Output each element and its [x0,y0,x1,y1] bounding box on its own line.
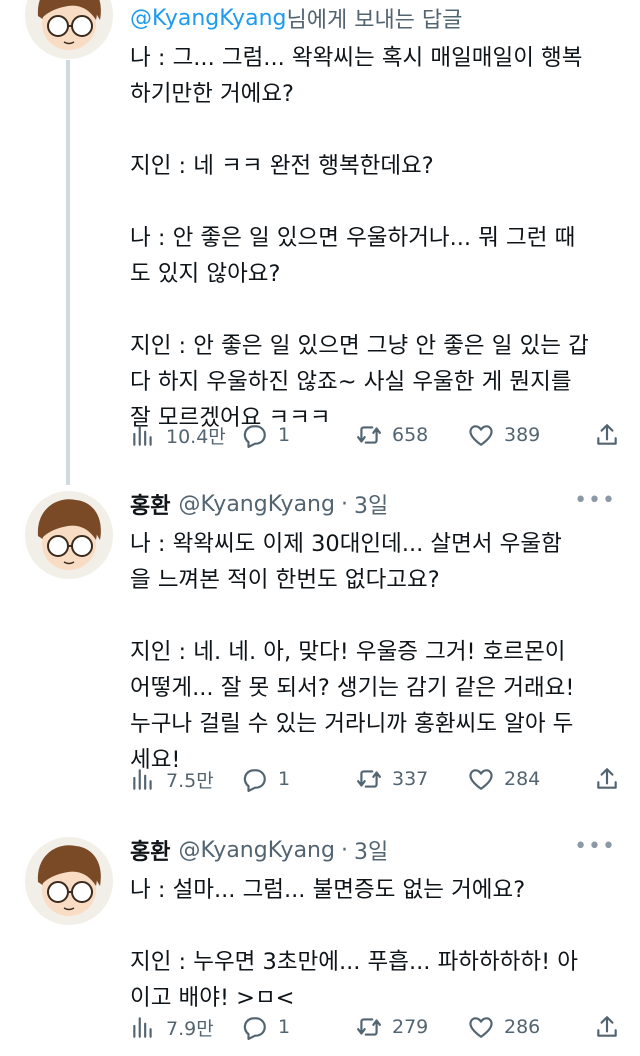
timestamp[interactable]: 3일 [354,488,388,520]
views-count: 10.4만 [166,425,226,448]
tweet-actions: 10.4만 1 658 389 [130,420,620,450]
tweet-2[interactable]: 홍환 @KyangKyang · 3일 ••• 나 : 왁왁씨도 이제 30대인… [130,488,620,808]
share-icon [594,1014,620,1040]
user-handle[interactable]: @KyangKyang [178,838,334,863]
like-count: 389 [504,424,541,446]
timestamp[interactable]: 3일 [354,834,388,866]
avatar[interactable] [24,0,114,60]
reply-count: 1 [278,1016,291,1038]
reply-count: 1 [278,768,291,790]
reply-count: 1 [278,424,291,446]
tweet-text: 나 : 왁왁씨도 이제 30대인데... 살면서 우울함 을 느껴본 적이 한번… [130,531,575,773]
views-button[interactable]: 7.5만 [130,766,214,793]
share-button[interactable] [594,1014,620,1040]
retweet-button[interactable]: 337 [356,766,428,792]
bar-chart-icon [130,1014,156,1040]
like-button[interactable]: 286 [468,1014,540,1040]
heart-icon [468,766,494,792]
display-name[interactable]: 홍환 [130,488,170,520]
reply-button[interactable]: 1 [242,1014,290,1040]
reply-context: @KyangKyang 님에게 보내는 답글 [130,2,620,34]
bar-chart-icon [130,422,156,448]
thread-line [66,60,70,485]
tweet-1[interactable]: @KyangKyang 님에게 보내는 답글 나 : 그... 그럼... 왁왁… [130,2,620,462]
retweet-count: 279 [392,1016,429,1038]
retweet-button[interactable]: 658 [356,422,428,448]
share-icon [594,422,620,448]
separator-dot: · [340,491,348,517]
views-button[interactable]: 7.9만 [130,1014,214,1041]
display-name[interactable]: 홍환 [130,834,170,866]
views-count: 7.5만 [166,769,214,792]
avatar[interactable] [24,836,114,926]
views-count: 7.9만 [166,1017,214,1040]
tweet-actions: 7.5만 1 337 284 [130,764,620,794]
tweet-actions: 7.9만 1 279 286 [130,1012,620,1042]
retweet-icon [356,1014,382,1040]
speech-bubble-icon [242,422,268,448]
avatar[interactable] [24,490,114,580]
tweet-header: 홍환 @KyangKyang · 3일 [130,834,620,866]
separator-dot: · [340,837,348,863]
like-count: 284 [504,768,541,790]
tweet-text: 나 : 설마... 그럼... 불면증도 없는 거에요? 지인 : 누우면 3초… [130,877,578,1011]
retweet-button[interactable]: 279 [356,1014,428,1040]
retweet-count: 337 [392,768,429,790]
retweet-count: 658 [392,424,429,446]
heart-icon [468,1014,494,1040]
reply-handle-link[interactable]: @KyangKyang [130,6,286,31]
more-dots-icon[interactable]: ••• [574,834,616,859]
bar-chart-icon [130,766,156,792]
share-button[interactable] [594,422,620,448]
reply-button[interactable]: 1 [242,422,290,448]
speech-bubble-icon [242,1014,268,1040]
tweet-3[interactable]: 홍환 @KyangKyang · 3일 ••• 나 : 설마... 그럼... … [130,834,620,1054]
tweet-header: 홍환 @KyangKyang · 3일 [130,488,620,520]
views-button[interactable]: 10.4만 [130,422,226,449]
share-icon [594,766,620,792]
like-button[interactable]: 389 [468,422,540,448]
speech-bubble-icon [242,766,268,792]
like-button[interactable]: 284 [468,766,540,792]
tweet-text: 나 : 그... 그럼... 왁왁씨는 혹시 매일매일이 행복 하기만한 거에요… [130,45,589,431]
user-handle[interactable]: @KyangKyang [178,492,334,517]
like-count: 286 [504,1016,541,1038]
reply-button[interactable]: 1 [242,766,290,792]
share-button[interactable] [594,766,620,792]
retweet-icon [356,766,382,792]
heart-icon [468,422,494,448]
retweet-icon [356,422,382,448]
more-dots-icon[interactable]: ••• [574,488,616,513]
reply-context-text: 님에게 보내는 답글 [286,8,463,33]
